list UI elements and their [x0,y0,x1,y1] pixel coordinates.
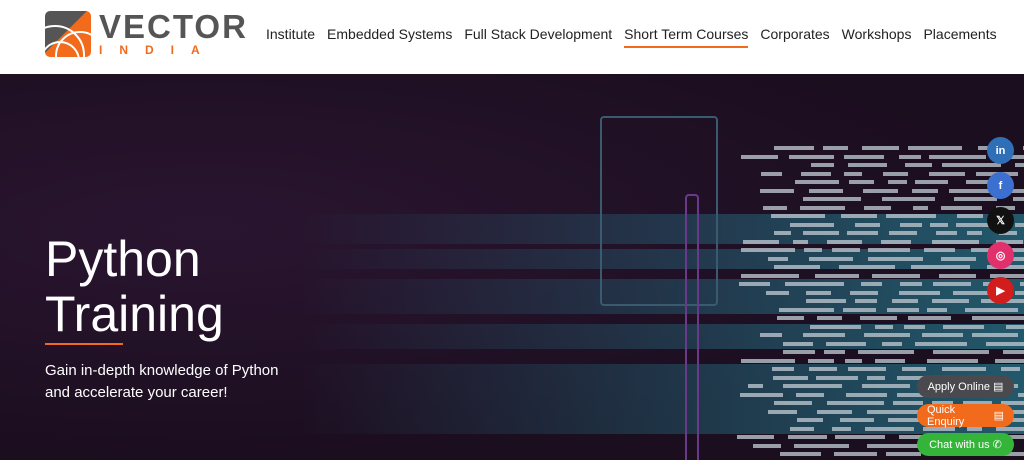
nav-embedded-systems[interactable]: Embedded Systems [327,26,452,48]
facebook-icon[interactable]: f [987,172,1014,199]
nav-institute[interactable]: Institute [266,26,315,48]
linkedin-icon[interactable]: in [987,137,1014,164]
quick-enquiry-button[interactable]: Quick Enquiry ▤ [917,404,1014,428]
x-icon[interactable]: 𝕏 [987,207,1014,234]
main-nav: Institute Embedded Systems Full Stack De… [266,26,997,48]
title-underline [45,343,123,345]
youtube-icon[interactable]: ▶ [987,277,1014,304]
vector-india-logo[interactable]: VECTOR INDIA [45,8,248,57]
nav-placements[interactable]: Placements [923,26,996,48]
logo-mark-icon [45,11,91,57]
nav-workshops[interactable]: Workshops [842,26,912,48]
nav-short-term-courses[interactable]: Short Term Courses [624,26,749,48]
hero-banner: Python Training Gain in-depth knowledge o… [0,74,1024,460]
instagram-icon[interactable]: ◎ [987,242,1014,269]
chat-with-us-button[interactable]: Chat with us ✆ [917,433,1014,456]
logo-subtitle: INDIA [99,43,217,57]
apply-online-button[interactable]: Apply Online ▤ [917,375,1014,398]
hero-subtitle: Gain in-depth knowledge of Python and ac… [45,362,279,401]
page-title: Python Training [45,231,224,342]
nav-full-stack-development[interactable]: Full Stack Development [464,26,612,48]
nav-corporates[interactable]: Corporates [760,26,829,48]
logo-title: VECTOR [99,8,248,45]
site-header: VECTOR INDIA Institute Embedded Systems … [0,0,1024,74]
